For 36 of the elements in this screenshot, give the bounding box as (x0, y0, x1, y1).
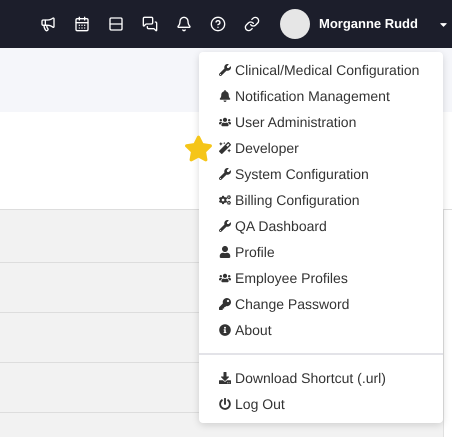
calendar-icon[interactable] (74, 16, 90, 32)
wrench-icon (219, 64, 231, 76)
magic-wand-icon (219, 142, 231, 154)
menu-item[interactable]: Billing Configuration (216, 187, 440, 213)
menu-item[interactable]: Notification Management (216, 83, 440, 109)
users-icon (219, 116, 231, 128)
menu-item[interactable]: Download Shortcut (.url) (216, 365, 440, 391)
user-name[interactable]: Morganne Rudd (319, 14, 418, 34)
menu-item[interactable]: About (216, 317, 440, 343)
power-icon (219, 398, 231, 410)
info-icon (219, 324, 231, 336)
menu-item[interactable]: Developer (216, 135, 440, 161)
menu-item[interactable]: User Administration (216, 109, 440, 135)
download-icon (219, 372, 231, 384)
menu-item[interactable]: Log Out (216, 391, 440, 417)
wrench-icon (219, 220, 231, 232)
menu-item[interactable]: QA Dashboard (216, 213, 440, 239)
menu-item[interactable]: Employee Profiles (216, 265, 440, 291)
megaphone-icon[interactable] (40, 16, 56, 32)
notifications-icon[interactable] (176, 16, 192, 32)
menu-item[interactable]: System Configuration (216, 161, 440, 187)
help-icon[interactable] (210, 16, 226, 32)
key-icon (219, 298, 231, 310)
chat-icon[interactable] (142, 16, 158, 32)
menu-item[interactable]: Profile (216, 239, 440, 265)
star-icon (184, 134, 213, 163)
menu-item[interactable]: Change Password (216, 291, 440, 317)
server-icon[interactable] (108, 16, 124, 32)
bell-icon (219, 90, 231, 102)
users-icon (219, 272, 231, 284)
user-icon (219, 246, 231, 258)
menu-item[interactable]: Clinical/Medical Configuration (216, 57, 440, 83)
wrench-icon (219, 168, 231, 180)
gears-icon (219, 194, 231, 206)
avatar-icon[interactable] (280, 9, 310, 39)
link-icon[interactable] (244, 16, 260, 32)
